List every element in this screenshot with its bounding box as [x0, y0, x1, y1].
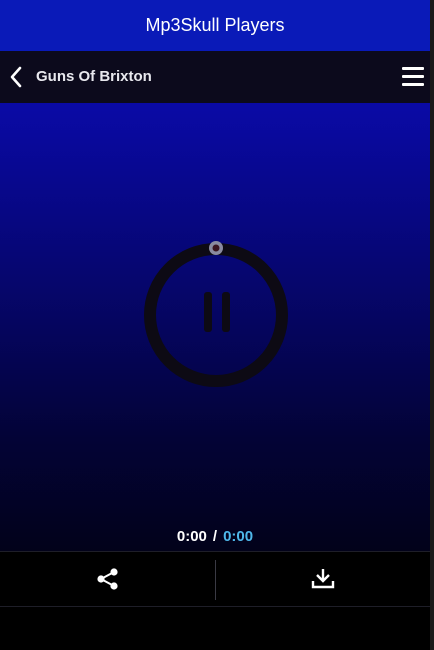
app-title: Mp3Skull Players: [145, 15, 285, 35]
window-edge: [430, 0, 434, 650]
download-icon: [311, 569, 335, 589]
pause-icon: [204, 292, 230, 332]
download-button[interactable]: [216, 552, 430, 606]
current-time: 0:00: [176, 528, 207, 545]
hamburger-menu-icon[interactable]: [402, 67, 424, 87]
track-header: Guns Of Brixton: [0, 51, 430, 103]
app-bar: Mp3Skull Players: [0, 0, 430, 51]
player-progress-ring[interactable]: [142, 241, 290, 389]
back-chevron-icon[interactable]: [8, 65, 24, 89]
time-separator: /: [212, 528, 218, 545]
track-title: Guns Of Brixton: [36, 68, 152, 85]
share-icon: [96, 568, 118, 590]
share-button[interactable]: [0, 552, 215, 606]
action-bar: [0, 551, 430, 607]
time-display: 0:00 / 0:00: [0, 528, 430, 545]
total-time: 0:00: [223, 528, 254, 545]
